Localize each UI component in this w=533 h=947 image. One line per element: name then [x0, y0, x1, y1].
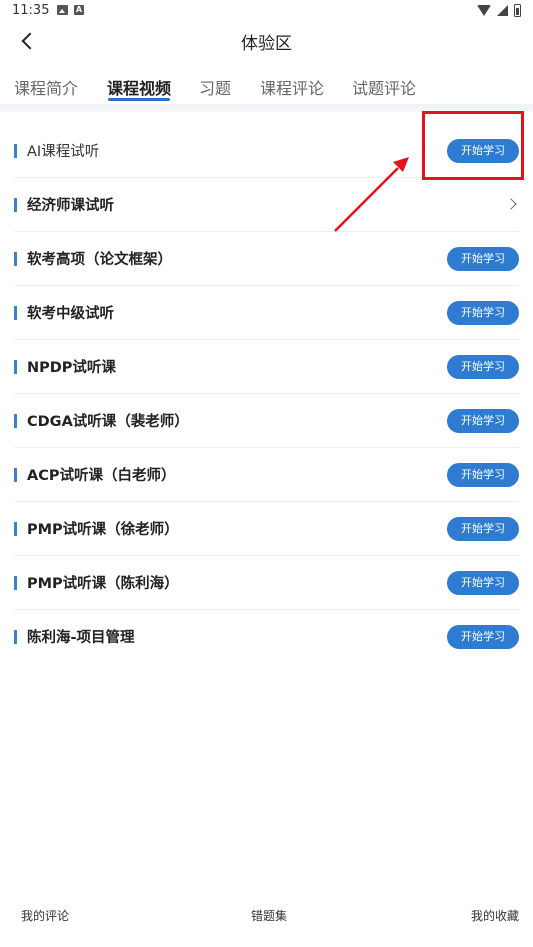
list-item-title: ACP试听课（白老师） — [27, 468, 176, 484]
status-bar: 11:35 A — [0, 0, 533, 22]
bottom-bar: 我的评论 错题集 我的收藏 — [0, 895, 533, 947]
chevron-right-icon[interactable] — [505, 198, 517, 210]
row-accent-bar — [14, 360, 17, 374]
list-item-title: PMP试听课（徐老师） — [27, 522, 179, 538]
tab-course-comments[interactable]: 课程评论 — [260, 75, 324, 99]
row-accent-bar — [14, 468, 17, 482]
list-item: NPDP试听课 开始学习 — [14, 340, 519, 394]
list-item-title: 软考中级试听 — [27, 306, 114, 322]
page-title: 体验区 — [241, 34, 292, 54]
start-learning-button[interactable]: 开始学习 — [447, 247, 519, 271]
wrong-questions-button[interactable]: 错题集 — [251, 907, 287, 924]
start-learning-button[interactable]: 开始学习 — [447, 463, 519, 487]
start-learning-button[interactable]: 开始学习 — [447, 625, 519, 649]
signal-icon — [497, 5, 508, 16]
header: 体验区 — [0, 22, 533, 62]
list-item-title: NPDP试听课 — [27, 360, 116, 376]
list-item: 软考高项（论文框架） 开始学习 — [14, 232, 519, 286]
list-item-title: 陈利海-项目管理 — [27, 630, 135, 646]
start-learning-button[interactable]: 开始学习 — [447, 355, 519, 379]
row-accent-bar — [14, 576, 17, 590]
course-video-list: AI课程试听 开始学习 经济师课试听 软考高项（论文框架） 开始学习 软考中级试… — [0, 124, 533, 664]
list-item: ACP试听课（白老师） 开始学习 — [14, 448, 519, 502]
list-item[interactable]: 经济师课试听 — [14, 178, 519, 232]
active-tab-indicator — [108, 98, 170, 101]
list-item: 软考中级试听 开始学习 — [14, 286, 519, 340]
list-item-title: AI课程试听 — [27, 144, 100, 160]
row-accent-bar — [14, 522, 17, 536]
status-time: 11:35 — [12, 3, 50, 18]
my-comments-button[interactable]: 我的评论 — [21, 907, 69, 924]
start-learning-button[interactable]: 开始学习 — [447, 409, 519, 433]
tab-question-comments[interactable]: 试题评论 — [352, 75, 416, 99]
my-favorites-button[interactable]: 我的收藏 — [471, 907, 519, 924]
annotation-highlight-box — [422, 111, 524, 180]
row-accent-bar — [14, 198, 17, 212]
row-accent-bar — [14, 252, 17, 266]
row-accent-bar — [14, 306, 17, 320]
start-learning-button[interactable]: 开始学习 — [447, 517, 519, 541]
list-item-title: CDGA试听课（裴老师） — [27, 414, 189, 430]
tab-bar: 课程简介 课程视频 习题 课程评论 试题评论 — [0, 70, 533, 106]
list-item-title: 经济师课试听 — [27, 198, 114, 214]
tab-exercises[interactable]: 习题 — [199, 75, 231, 99]
start-learning-button[interactable]: 开始学习 — [447, 301, 519, 325]
battery-icon — [514, 4, 521, 17]
a-notification-icon: A — [74, 5, 84, 15]
row-accent-bar — [14, 144, 17, 158]
list-item: PMP试听课（徐老师） 开始学习 — [14, 502, 519, 556]
tab-course-intro[interactable]: 课程简介 — [14, 75, 78, 99]
image-notification-icon — [57, 5, 68, 15]
start-learning-button[interactable]: 开始学习 — [447, 571, 519, 595]
list-item-title: 软考高项（论文框架） — [27, 252, 172, 268]
list-item: CDGA试听课（裴老师） 开始学习 — [14, 394, 519, 448]
tab-course-video[interactable]: 课程视频 — [107, 75, 171, 99]
list-item-title: PMP试听课（陈利海） — [27, 576, 179, 592]
list-item: 陈利海-项目管理 开始学习 — [14, 610, 519, 664]
wifi-icon — [477, 5, 491, 16]
row-accent-bar — [14, 414, 17, 428]
row-accent-bar — [14, 630, 17, 644]
list-item: PMP试听课（陈利海） 开始学习 — [14, 556, 519, 610]
